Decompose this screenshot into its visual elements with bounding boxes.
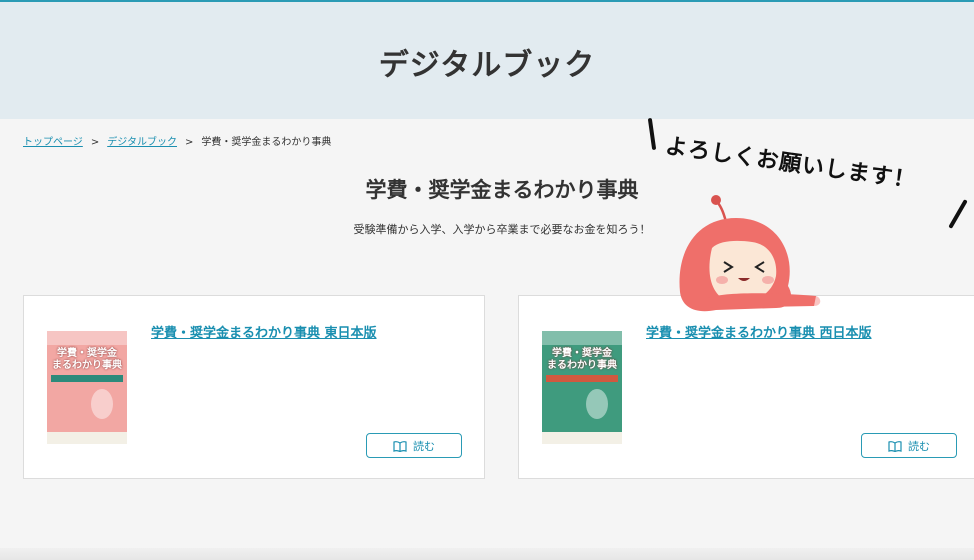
cover-strip <box>546 375 618 382</box>
breadcrumb-current: 学費・奨学金まるわかり事典 <box>201 137 332 148</box>
breadcrumb-separator: > <box>90 137 100 148</box>
read-button-label: 読む <box>413 440 435 453</box>
book-cover-image[interactable]: 学費・奨学金 まるわかり事典 <box>542 331 622 444</box>
book-card-east: 学費・奨学金 まるわかり事典 学費・奨学金まるわかり事典 東日本版 読む <box>23 295 485 479</box>
read-button[interactable]: 読む <box>861 433 957 458</box>
book-cover-image[interactable]: 学費・奨学金 まるわかり事典 <box>47 331 127 444</box>
page-bottom-shade <box>0 548 974 560</box>
cover-mascot-art <box>586 389 608 419</box>
speech-mark <box>647 117 657 151</box>
breadcrumb-link-digital-book[interactable]: デジタルブック <box>107 137 177 148</box>
cover-mascot-art <box>91 389 113 419</box>
book-card-west: 学費・奨学金 まるわかり事典 学費・奨学金まるわかり事典 西日本版 読む <box>518 295 974 479</box>
page-header: デジタルブック <box>0 2 974 119</box>
book-open-icon <box>888 440 902 452</box>
breadcrumb-link-top[interactable]: トップページ <box>23 137 83 148</box>
breadcrumb-separator: > <box>185 137 194 148</box>
mascot-character <box>666 192 826 322</box>
cover-footer <box>47 432 127 444</box>
read-button[interactable]: 読む <box>366 433 462 458</box>
cover-footer <box>542 432 622 444</box>
book-open-icon <box>393 440 407 452</box>
cover-strip <box>51 375 123 382</box>
book-title-link[interactable]: 学費・奨学金まるわかり事典 東日本版 <box>151 322 377 341</box>
header-title: デジタルブック <box>378 48 596 83</box>
cover-title-art: 学費・奨学金 まるわかり事典 <box>547 348 617 371</box>
page-lead-text: 受験準備から入学、入学から卒業まで必要なお金を知ろう！ <box>353 223 651 236</box>
read-button-label: 読む <box>908 440 930 453</box>
cover-title-art: 学費・奨学金 まるわかり事典 <box>52 348 122 371</box>
book-title-link[interactable]: 学費・奨学金まるわかり事典 西日本版 <box>646 322 872 341</box>
breadcrumb: トップページ > デジタルブック > 学費・奨学金まるわかり事典 <box>23 133 331 148</box>
